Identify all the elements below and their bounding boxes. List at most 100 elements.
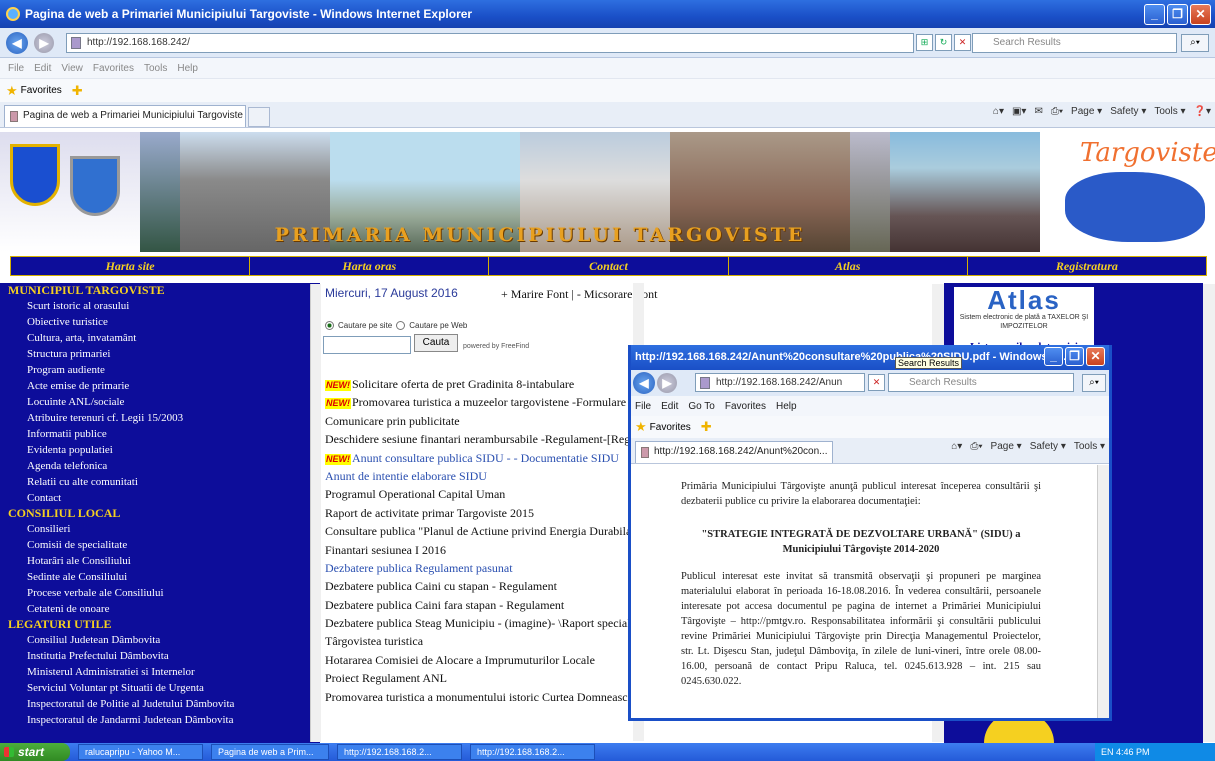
task-http-1[interactable]: http://192.168.168.2... — [337, 744, 462, 760]
task-primarie[interactable]: Pagina de web a Prim... — [211, 744, 329, 760]
sidebar-item[interactable]: Locuinte ANL/sociale — [0, 394, 320, 410]
menu-help[interactable]: Help — [177, 63, 198, 74]
new-tab-button[interactable] — [248, 107, 270, 127]
popup-stop-button[interactable]: ✕ — [868, 374, 885, 391]
pdf-window-title-bar[interactable]: http://192.168.168.242/Anunt%20consultar… — [631, 345, 1109, 370]
sidebar-item[interactable]: Inspectoratul de Politie al Judetului Dâ… — [0, 696, 320, 712]
radio-web[interactable] — [396, 321, 406, 330]
popup-minimize-button[interactable]: _ — [1044, 347, 1063, 366]
nav-registratura[interactable]: Registratura — [968, 257, 1206, 275]
page-menu[interactable]: Page ▾ — [1071, 106, 1102, 117]
sidebar-item[interactable]: Sedinte ale Consiliului — [0, 569, 320, 585]
sidebar-item[interactable]: Atribuire terenuri cf. Legii 15/2003 — [0, 410, 320, 426]
popup-favorites-button[interactable]: Favorites — [650, 422, 691, 433]
popup-menu-file[interactable]: File — [635, 401, 651, 412]
search-button[interactable]: Cauta — [414, 334, 458, 352]
home-icon[interactable]: ⌂▾ — [951, 441, 962, 452]
new-badge: NEW! — [325, 453, 351, 465]
compat-view-button[interactable]: ⊞ — [916, 34, 933, 51]
popup-tools-menu[interactable]: Tools ▾ — [1074, 441, 1105, 452]
close-button[interactable]: ✕ — [1190, 4, 1211, 25]
search-icon[interactable]: ⌕▾ — [1181, 34, 1209, 52]
sidebar-item[interactable]: Cultura, arta, invatamânt — [0, 330, 320, 346]
menu-file[interactable]: File — [8, 63, 24, 74]
nav-atlas[interactable]: Atlas — [729, 257, 968, 275]
popup-close-button[interactable]: ✕ — [1086, 347, 1105, 366]
address-input[interactable]: http://192.168.168.242/ — [66, 33, 914, 53]
sidebar-item[interactable]: Consiliul Judetean Dâmbovita — [0, 632, 320, 648]
start-button[interactable]: start — [0, 743, 70, 761]
sidebar-item[interactable]: Serviciul Voluntar pt Situatii de Urgent… — [0, 680, 320, 696]
sidebar-item[interactable]: Institutia Prefectului Dâmbovita — [0, 648, 320, 664]
popup-menu-bar: File Edit Go To Favorites Help — [631, 396, 1109, 416]
menu-view[interactable]: View — [61, 63, 83, 74]
pdf-scrollbar[interactable] — [1097, 465, 1109, 718]
popup-maximize-button[interactable]: ❐ — [1065, 347, 1084, 366]
popup-forward-button[interactable]: ▶ — [657, 373, 677, 393]
popup-menu-goto[interactable]: Go To — [688, 401, 715, 412]
refresh-button[interactable]: ↻ — [935, 34, 952, 51]
tab-primarie[interactable]: Pagina de web a Primariei Municipiului T… — [4, 105, 246, 127]
task-http-2[interactable]: http://192.168.168.2... — [470, 744, 595, 760]
site-search-input[interactable] — [323, 336, 411, 354]
menu-favorites[interactable]: Favorites — [93, 63, 134, 74]
menu-tools[interactable]: Tools — [144, 63, 167, 74]
favorites-button[interactable]: Favorites — [21, 85, 62, 96]
popup-search-input[interactable]: Search Results — [888, 373, 1074, 392]
sidebar-item[interactable]: Inspectoratul de Jandarmi Judetean Dâmbo… — [0, 712, 320, 728]
popup-address-input[interactable]: http://192.168.168.242/Anun — [695, 373, 865, 392]
minimize-button[interactable]: _ — [1144, 4, 1165, 25]
home-icon[interactable]: ⌂▾ — [993, 106, 1004, 117]
safety-menu[interactable]: Safety ▾ — [1110, 106, 1146, 117]
sidebar-item[interactable]: Agenda telefonica — [0, 458, 320, 474]
sidebar-item[interactable]: Evidenta populatiei — [0, 442, 320, 458]
back-button[interactable]: ◀ — [6, 31, 28, 54]
sidebar-item[interactable]: Cetateni de onoare — [0, 601, 320, 617]
nav-harta-oras[interactable]: Harta oras — [250, 257, 490, 275]
radio-site[interactable] — [325, 321, 334, 330]
popup-tab[interactable]: http://192.168.168.242/Anunt%20con... — [635, 441, 833, 463]
tools-menu[interactable]: Tools ▾ — [1154, 106, 1185, 117]
task-yahoo[interactable]: ralucapripu - Yahoo M... — [78, 744, 203, 760]
popup-search-icon[interactable]: ⌕▾ — [1082, 374, 1106, 392]
sidebar-item[interactable]: Contact — [0, 490, 320, 506]
popup-back-button[interactable]: ◀ — [633, 372, 655, 394]
atlas-banner[interactable]: Atlas Sistem electronic de plată a TAXEL… — [954, 287, 1094, 339]
popup-menu-edit[interactable]: Edit — [661, 401, 678, 412]
stop-button[interactable]: ✕ — [954, 34, 971, 51]
window-title-bar[interactable]: Pagina de web a Primariei Municipiului T… — [0, 0, 1215, 28]
sidebar-item[interactable]: Acte emise de primarie — [0, 378, 320, 394]
sidebar-item[interactable]: Ministerul Administratiei si Internelor — [0, 664, 320, 680]
forward-button[interactable]: ▶ — [34, 32, 54, 53]
page-scrollbar[interactable] — [1203, 284, 1215, 742]
sidebar-item[interactable]: Relatii cu alte comunitati — [0, 474, 320, 490]
nav-contact[interactable]: Contact — [489, 257, 729, 275]
print-icon[interactable]: ⎙▾ — [970, 441, 982, 452]
sidebar-item[interactable]: Program audiente — [0, 362, 320, 378]
help-icon[interactable]: ❓▾ — [1194, 106, 1211, 117]
nav-harta-site[interactable]: Harta site — [11, 257, 251, 275]
popup-menu-favorites[interactable]: Favorites — [725, 401, 766, 412]
sidebar-item[interactable]: Informatii publice — [0, 426, 320, 442]
popup-page-menu[interactable]: Page ▾ — [991, 441, 1022, 452]
print-icon[interactable]: ⎙▾ — [1051, 106, 1063, 117]
menu-edit[interactable]: Edit — [34, 63, 51, 74]
add-favorite-icon[interactable]: ✚ — [701, 419, 712, 435]
feeds-icon[interactable]: ▣▾ — [1012, 106, 1026, 117]
sidebar-item[interactable]: Hotarâri ale Consiliului — [0, 553, 320, 569]
sidebar-item[interactable]: Comisii de specialitate — [0, 537, 320, 553]
sidebar-scrollbar[interactable] — [310, 284, 321, 742]
news-item-text: Anunt consultare publica SIDU - - Docume… — [352, 450, 619, 465]
maximize-button[interactable]: ❐ — [1167, 4, 1188, 25]
popup-menu-help[interactable]: Help — [776, 401, 797, 412]
sidebar-item[interactable]: Consilieri — [0, 521, 320, 537]
doc-body: Publicul interesat este invitat să trans… — [681, 571, 1041, 687]
sidebar-item[interactable]: Obiective turistice — [0, 314, 320, 330]
add-favorite-icon[interactable]: ✚ — [72, 83, 83, 99]
sidebar-item[interactable]: Scurt istoric al orasului — [0, 298, 320, 314]
mail-icon[interactable]: ✉ — [1034, 106, 1042, 117]
sidebar-item[interactable]: Procese verbale ale Consiliului — [0, 585, 320, 601]
popup-safety-menu[interactable]: Safety ▾ — [1030, 441, 1066, 452]
search-input[interactable]: Search Results — [972, 33, 1177, 53]
sidebar-item[interactable]: Structura primariei — [0, 346, 320, 362]
